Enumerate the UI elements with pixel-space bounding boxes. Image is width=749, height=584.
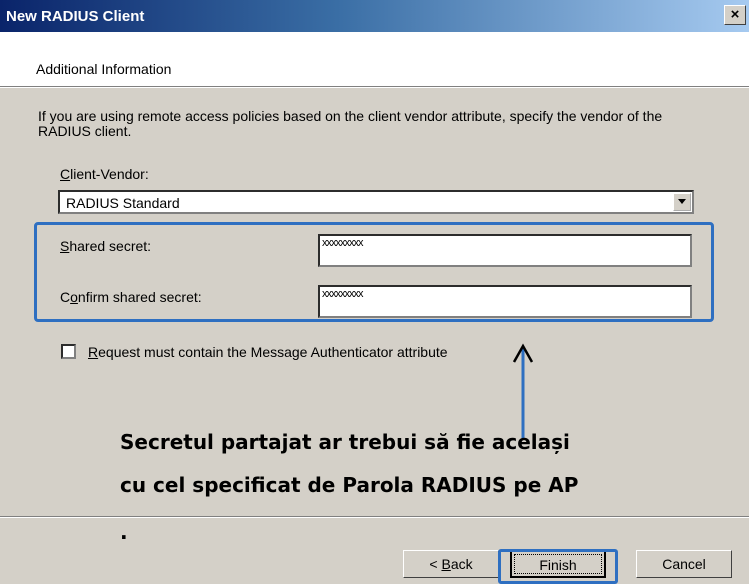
client-vendor-label: Client-Vendor:	[60, 166, 149, 182]
finish-highlight-box	[498, 549, 618, 584]
back-button[interactable]: < Back	[403, 550, 499, 578]
cancel-button[interactable]: Cancel	[636, 550, 732, 578]
description-text: If you are using remote access policies …	[38, 108, 663, 139]
header-divider	[0, 86, 749, 88]
annotation-line-1: Secretul partajat ar trebui să fie acela…	[120, 430, 570, 454]
annotation-line-2: cu cel specificat de Parola RADIUS pe AP	[120, 473, 579, 497]
window-title: New RADIUS Client	[6, 8, 145, 25]
footer-divider	[0, 516, 749, 518]
close-icon: ×	[730, 6, 740, 23]
close-button[interactable]: ×	[724, 5, 746, 25]
client-vendor-dropdown[interactable]: RADIUS Standard	[58, 190, 694, 214]
secrets-highlight-box	[34, 222, 714, 322]
header-title: Additional Information	[36, 61, 172, 77]
annotation-arrow-icon	[512, 343, 534, 438]
dropdown-arrow-icon[interactable]	[673, 193, 691, 211]
wizard-header	[0, 32, 749, 86]
client-vendor-value: RADIUS Standard	[66, 195, 180, 211]
message-authenticator-checkbox[interactable]	[61, 344, 76, 359]
annotation-dot: .	[120, 520, 128, 544]
message-authenticator-label[interactable]: Request must contain the Message Authent…	[88, 344, 448, 360]
